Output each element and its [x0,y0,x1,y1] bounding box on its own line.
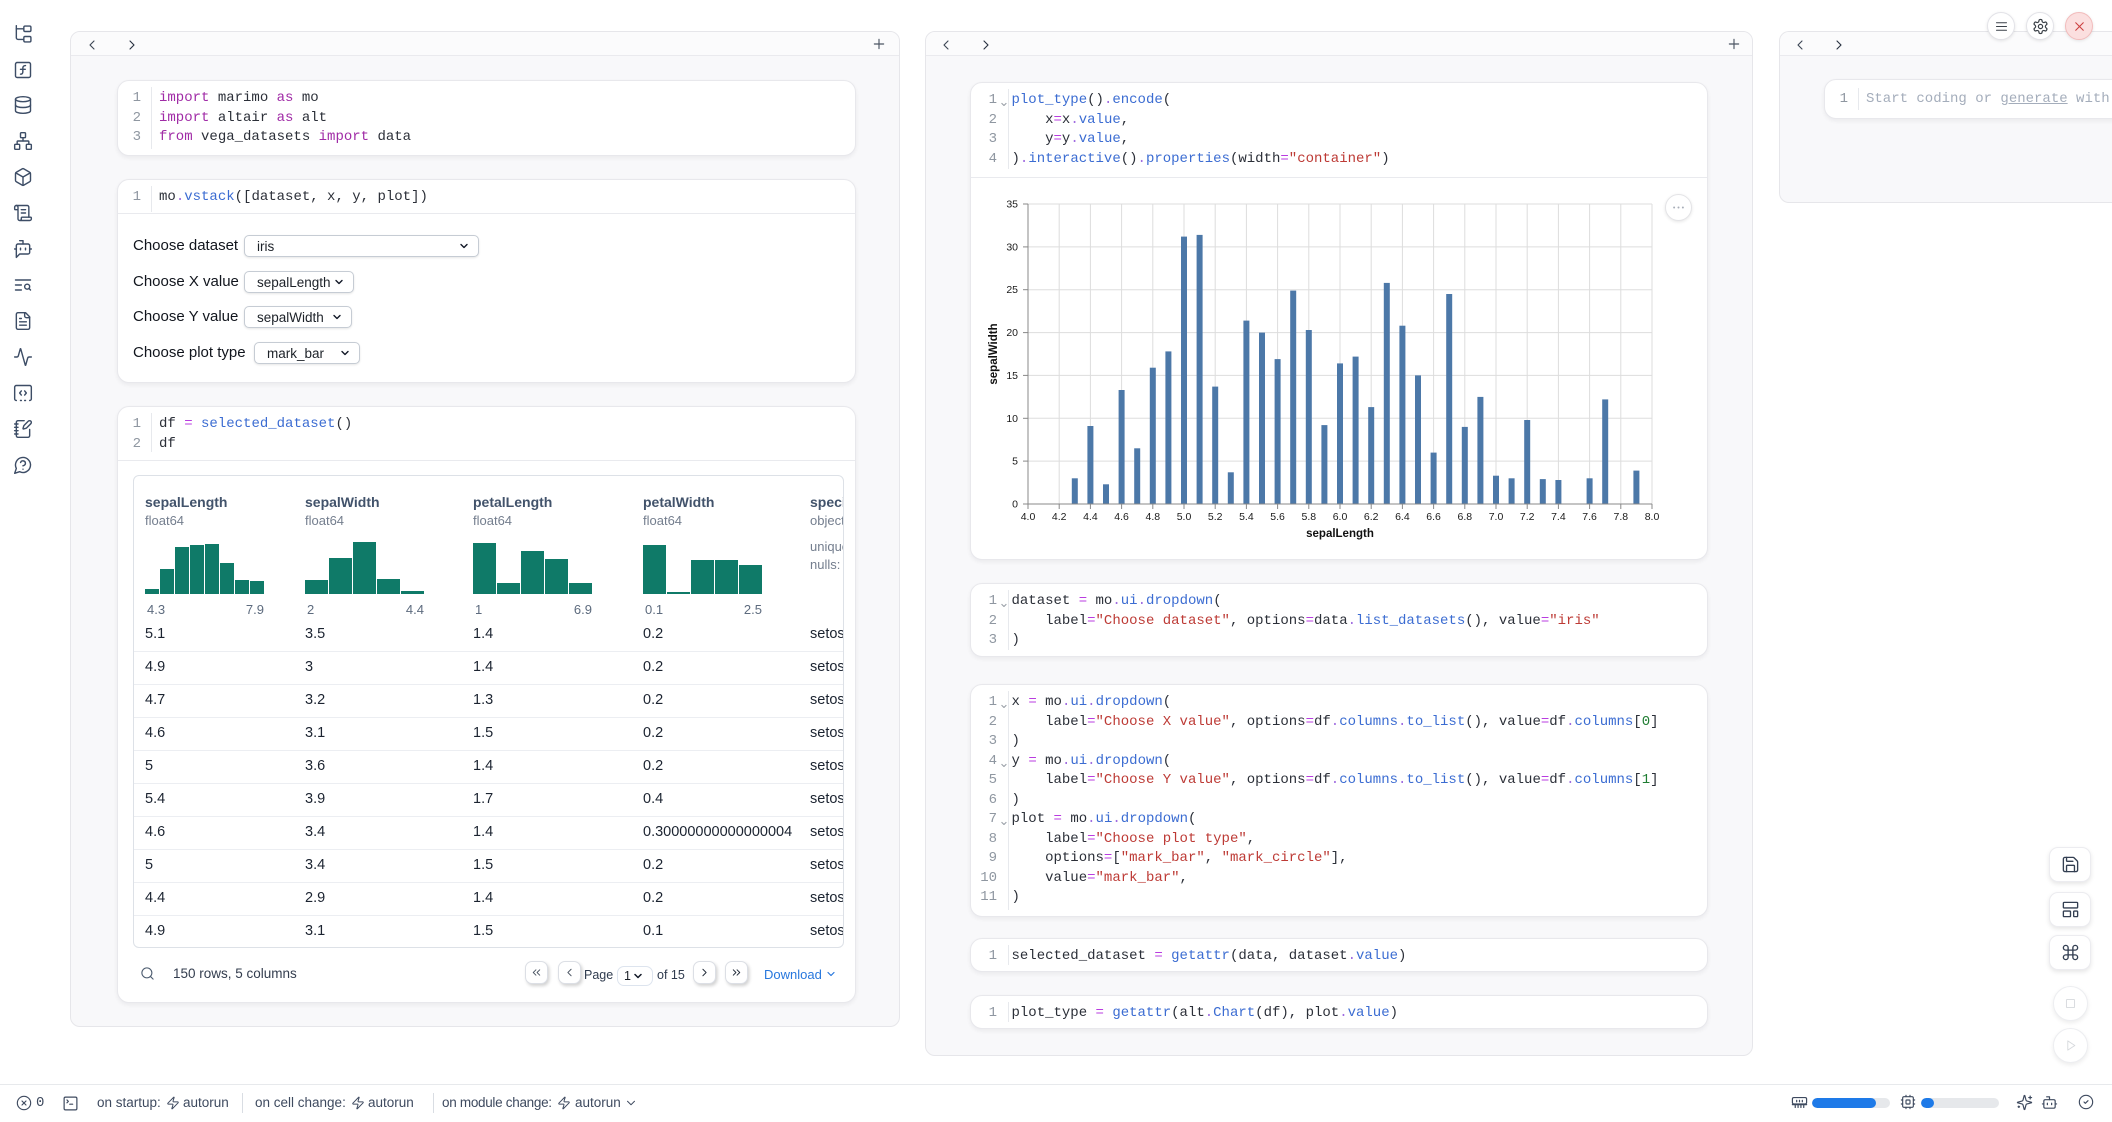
svg-text:6.2: 6.2 [1364,511,1379,523]
svg-text:7.8: 7.8 [1613,511,1628,523]
svg-text:6.8: 6.8 [1457,511,1472,523]
svg-text:5.2: 5.2 [1208,511,1223,523]
svg-text:sepalWidth: sepalWidth [988,323,1000,384]
svg-text:sepalLength: sepalLength [1306,528,1374,540]
svg-text:6.4: 6.4 [1395,511,1410,523]
svg-text:15: 15 [1006,370,1018,382]
svg-text:25: 25 [1006,284,1018,296]
svg-text:4.0: 4.0 [1021,511,1036,523]
svg-text:7.6: 7.6 [1582,511,1597,523]
svg-text:4.4: 4.4 [1083,511,1098,523]
svg-text:4.2: 4.2 [1052,511,1067,523]
svg-text:4.6: 4.6 [1114,511,1129,523]
svg-text:8.0: 8.0 [1645,511,1660,523]
svg-text:10: 10 [1006,413,1018,425]
svg-text:6.6: 6.6 [1426,511,1441,523]
svg-text:5.8: 5.8 [1301,511,1316,523]
svg-text:7.4: 7.4 [1551,511,1566,523]
svg-text:5.0: 5.0 [1177,511,1192,523]
svg-text:0: 0 [1012,499,1018,511]
svg-text:5: 5 [1012,456,1018,468]
svg-text:5.4: 5.4 [1239,511,1254,523]
svg-text:7.0: 7.0 [1489,511,1504,523]
svg-text:4.8: 4.8 [1145,511,1160,523]
svg-text:35: 35 [1006,199,1018,211]
svg-text:6.0: 6.0 [1333,511,1348,523]
svg-text:5.6: 5.6 [1270,511,1285,523]
svg-text:20: 20 [1006,327,1018,339]
svg-text:7.2: 7.2 [1520,511,1535,523]
svg-text:30: 30 [1006,241,1018,253]
